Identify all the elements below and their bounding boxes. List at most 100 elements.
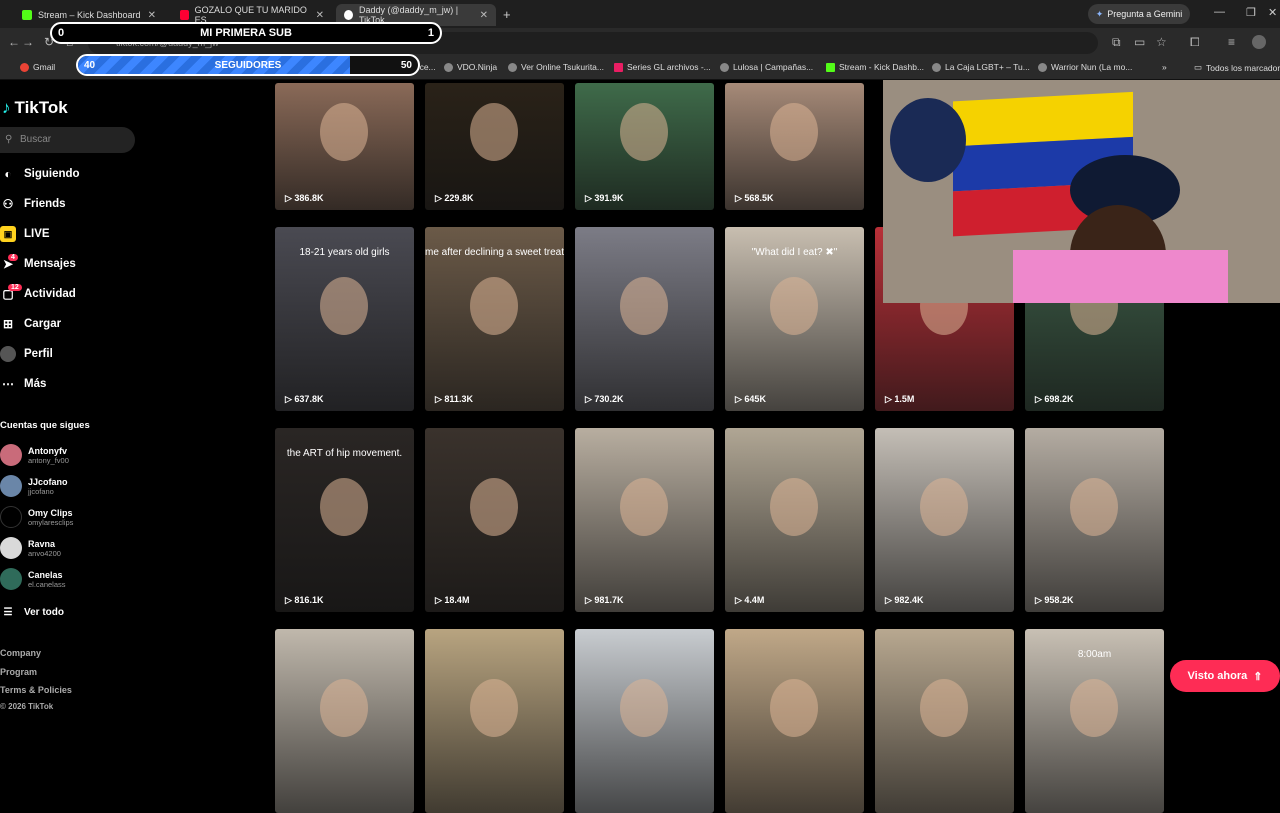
view-count-value: 816.1K [294,595,324,605]
following-accounts-title: Cuentas que sigues [0,420,90,431]
nav-label: Friends [24,198,66,210]
followed-account[interactable]: Omy Clips omylaresclips [0,504,73,530]
profile-icon [0,346,16,362]
view-count: ▷ 391.9K [585,193,623,204]
gemini-button[interactable]: ✦ Pregunta a Gemini [1088,4,1190,24]
nav-activity[interactable]: ▢ 12 Actividad [0,284,76,304]
visto-ahora-button[interactable]: Visto ahora ⇑ [1170,660,1280,692]
video-caption: me after declining a sweet treat [425,247,564,258]
followed-account[interactable]: Antonyfv antony_fv00 [0,442,69,468]
forward-icon[interactable]: → [22,35,34,49]
person-figure [470,478,518,536]
bookmark-item[interactable]: VDO.Ninja [444,62,497,72]
search-input[interactable]: ⚲ Buscar [0,127,135,153]
play-icon: ▷ [435,193,445,203]
video-thumbnail[interactable]: the ART of hip movement. ▷ 816.1K [275,428,414,612]
video-thumbnail[interactable] [425,629,564,813]
view-count-value: 982.4K [894,595,924,605]
bookmark-item[interactable]: Warrior Nun (La mo... [1038,62,1132,72]
video-thumbnail[interactable]: ▷ 4.4M [725,428,864,612]
video-thumbnail[interactable]: ▷ 982.4K [875,428,1014,612]
view-count-value: 4.4M [744,595,765,605]
visto-ahora-label: Visto ahora [1187,670,1248,682]
view-count: ▷ 811.3K [435,394,473,405]
bookmark-item[interactable]: Gmail [20,62,55,72]
bookmark-item[interactable]: Ver Online Tsukurita... [508,62,604,72]
bookmark-item[interactable]: Stream - Kick Dashb... [826,62,924,72]
view-count: ▷ 386.8K [285,193,323,204]
nav-messages[interactable]: ➤ 4 Mensajes [0,254,76,274]
bookmark-item[interactable]: Lulosa | Campañas... [720,62,813,72]
nav-upload[interactable]: ⊞ Cargar [0,314,61,334]
bookmark-item[interactable]: La Caja LGBT+ – Tu... [932,62,1030,72]
minimize-icon[interactable]: — [1214,6,1225,18]
nav-label: Actividad [24,288,76,300]
video-thumbnail[interactable]: ▷ 391.9K [575,83,714,210]
video-thumbnail[interactable]: ▷ 18.4M [425,428,564,612]
followed-account[interactable]: Ravna anvo4200 [0,535,61,561]
account-handle: antony_fv00 [28,455,69,465]
see-all-link[interactable]: ☰ Ver todo [0,602,65,622]
footer-company[interactable]: Company [0,648,41,658]
search-placeholder: Buscar [20,134,52,145]
window-close-icon[interactable]: ✕ [1268,6,1277,19]
nav-friends[interactable]: ⚇ Friends [0,194,66,214]
followed-account[interactable]: JJcofano jjcofano [0,473,68,499]
nav-live[interactable]: ▣ LIVE [0,224,50,244]
site-icon [614,62,623,72]
footer-program[interactable]: Program [0,667,37,677]
play-icon: ▷ [285,193,295,203]
followers-goal: 50 [400,59,412,71]
video-thumbnail[interactable]: ▷ 958.2K [1025,428,1164,612]
footer-terms[interactable]: Terms & Policies [0,685,72,695]
youtube-icon [180,10,189,20]
restore-icon[interactable]: ❐ [1246,6,1256,19]
followed-account[interactable]: Canelas el.canelass [0,566,66,592]
video-thumbnail[interactable]: "What did I eat? ✖" ▷ 645K [725,227,864,411]
cast-icon[interactable]: ▭ [1134,35,1145,49]
translate-icon[interactable]: ⧉ [1112,35,1121,50]
bookmarks-more[interactable]: » [1162,62,1167,72]
extensions-icon[interactable]: ⧠ [1190,35,1200,50]
video-thumbnail[interactable] [725,629,864,813]
nav-more[interactable]: ⋯ Más [0,374,46,394]
webcam-overlay [883,80,1280,303]
all-bookmarks[interactable]: ▭Todos los marcadores [1194,62,1280,73]
nav-profile[interactable]: Perfil [0,344,53,364]
video-thumbnail[interactable]: ▷ 386.8K [275,83,414,210]
tab-label: Stream – Kick Dashboard [38,10,141,20]
avatar [0,475,22,497]
back-icon[interactable]: ← [8,35,20,49]
person-figure [920,478,968,536]
view-count: ▷ 645K [735,394,766,405]
view-count-value: 698.2K [1044,394,1074,404]
video-thumbnail[interactable]: 8:00am [1025,629,1164,813]
view-count: ▷ 18.4M [435,595,469,606]
video-thumbnail[interactable]: me after declining a sweet treat ▷ 811.3K [425,227,564,411]
tiktok-icon [344,10,354,20]
new-tab-button[interactable]: + [503,7,511,22]
person-figure [770,277,818,335]
nav-label: Más [24,378,47,390]
video-thumbnail[interactable]: ▷ 229.8K [425,83,564,210]
video-thumbnail[interactable]: ▷ 568.5K [725,83,864,210]
video-thumbnail[interactable] [875,629,1014,813]
video-thumbnail[interactable]: ▷ 730.2K [575,227,714,411]
bookmark-item[interactable]: Series GL archivos -... [614,62,711,72]
video-thumbnail[interactable] [275,629,414,813]
video-thumbnail[interactable]: 18-21 years old girls ▷ 637.8K [275,227,414,411]
video-thumbnail[interactable] [575,629,714,813]
media-icon[interactable]: ≡ [1228,35,1235,49]
close-icon[interactable]: ✕ [148,10,156,21]
tiktok-logo[interactable]: ♪ TikTok [2,98,68,118]
following-icon: ◐ [4,167,12,181]
star-icon[interactable]: ☆ [1156,35,1167,49]
profile-avatar[interactable] [1252,35,1266,49]
activity-icon: ▢ 12 [0,284,22,302]
nav-following[interactable]: ◐ Siguiendo [0,164,79,184]
close-icon[interactable]: ✕ [316,10,324,21]
person-figure [1070,679,1118,737]
video-thumbnail[interactable]: ▷ 981.7K [575,428,714,612]
close-icon[interactable]: ✕ [480,10,488,21]
sub-goal-title: MI PRIMERA SUB [200,27,292,39]
